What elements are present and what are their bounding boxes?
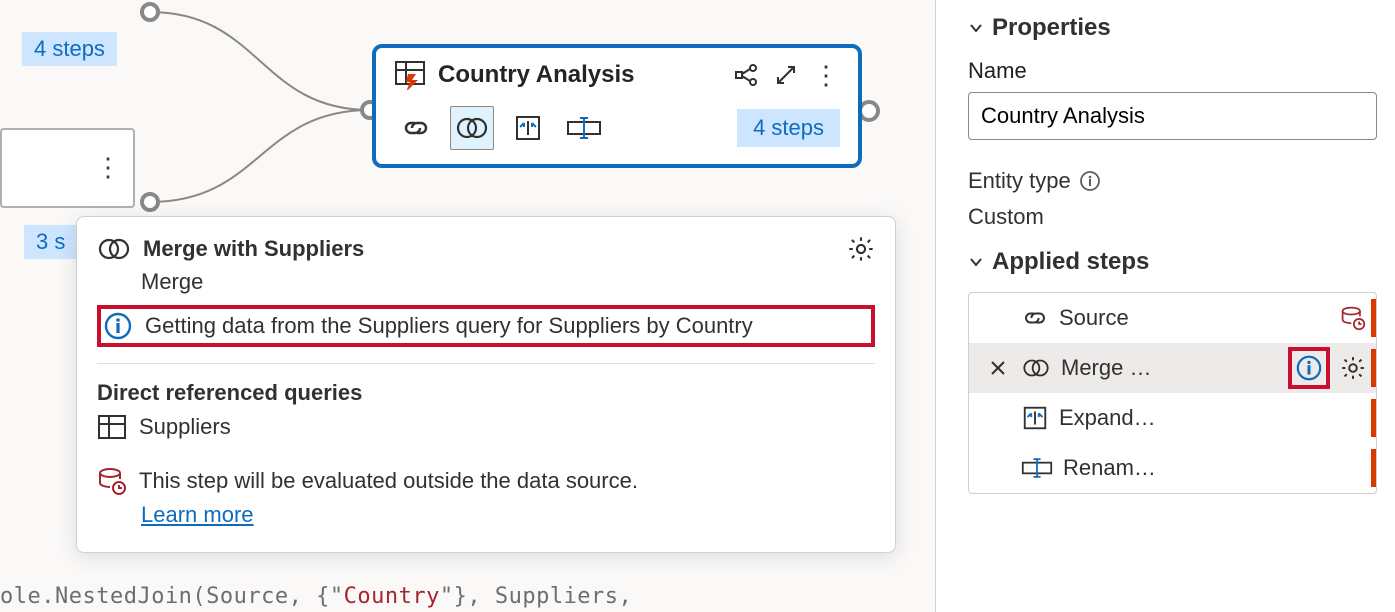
query-node-title: Country Analysis (438, 61, 720, 89)
referenced-query-name: Suppliers (139, 414, 231, 440)
properties-section-header[interactable]: Properties (968, 14, 1377, 42)
more-vertical-icon[interactable]: ⋮ (812, 61, 840, 89)
formula-bar[interactable]: ole.NestedJoin(Source, {"Country"}, Supp… (0, 584, 632, 609)
popup-subtitle: Merge (141, 269, 875, 295)
share-nodes-icon[interactable] (732, 61, 760, 89)
step-label: Renam… (1063, 455, 1366, 481)
table-icon (97, 414, 127, 440)
table-lightning-icon (394, 60, 426, 90)
steps-count-badge: 4 steps (737, 109, 840, 147)
merge-venn-icon[interactable] (450, 106, 494, 150)
applied-steps-list: Source Merge … (968, 292, 1377, 494)
applied-steps-section-header[interactable]: Applied steps (968, 248, 1377, 276)
name-label: Name (968, 58, 1377, 84)
fold-indicator (1371, 399, 1376, 437)
gear-icon[interactable] (1340, 355, 1366, 381)
delete-step-icon[interactable] (985, 358, 1011, 378)
source-link-icon[interactable] (394, 106, 438, 150)
applied-step-merge[interactable]: Merge … (969, 343, 1376, 393)
info-circle-icon[interactable] (1079, 170, 1101, 192)
database-clock-icon (1340, 305, 1366, 331)
expand-column-icon[interactable] (506, 106, 550, 150)
divider (97, 363, 875, 364)
diagram-canvas[interactable]: 4 steps ⋮ 3 s Country Analysis (0, 0, 935, 612)
entity-type-label: Entity type (968, 168, 1071, 194)
merge-venn-icon (97, 237, 131, 261)
evaluation-warning-text: This step will be evaluated outside the … (139, 468, 638, 494)
referenced-query-item[interactable]: Suppliers (97, 414, 875, 440)
chevron-down-icon (968, 254, 984, 270)
database-clock-icon (97, 466, 127, 496)
step-details-popup: Merge with Suppliers Merge Getting data … (76, 216, 896, 553)
node-connector-dot (140, 2, 160, 22)
steps-badge-upstream-1: 4 steps (22, 32, 117, 66)
name-input[interactable] (968, 92, 1377, 140)
fold-indicator (1371, 349, 1376, 387)
popup-title: Merge with Suppliers (143, 236, 835, 262)
merge-venn-icon (1021, 358, 1051, 378)
fold-indicator (1371, 449, 1376, 487)
gear-icon[interactable] (847, 235, 875, 263)
step-label: Expand… (1059, 405, 1366, 431)
step-info-highlight (1288, 347, 1330, 389)
entity-type-value: Custom (968, 204, 1377, 230)
rename-cursor-icon (1021, 457, 1053, 479)
popup-info-text: Getting data from the Suppliers query fo… (145, 313, 753, 339)
upstream-query-card[interactable]: ⋮ (0, 128, 135, 208)
query-node-country-analysis[interactable]: Country Analysis ⋮ (372, 44, 862, 168)
steps-badge-upstream-2: 3 s (24, 225, 77, 259)
info-circle-icon (103, 311, 133, 341)
properties-panel: Properties Name Entity type Custom Appli… (935, 0, 1395, 612)
learn-more-link[interactable]: Learn more (141, 502, 254, 528)
popup-info-highlight: Getting data from the Suppliers query fo… (97, 305, 875, 347)
rename-cursor-icon[interactable] (562, 106, 606, 150)
fold-indicator (1371, 299, 1376, 337)
chevron-down-icon (968, 20, 984, 36)
applied-step-rename[interactable]: Renam… (969, 443, 1376, 493)
step-label: Source (1059, 305, 1330, 331)
expand-arrows-icon[interactable] (772, 61, 800, 89)
referenced-queries-header: Direct referenced queries (97, 380, 875, 406)
node-connector-dot (140, 192, 160, 212)
step-label: Merge … (1061, 355, 1278, 381)
expand-column-icon (1021, 404, 1049, 432)
applied-step-expand[interactable]: Expand… (969, 393, 1376, 443)
source-link-icon (1021, 309, 1049, 327)
more-vertical-icon[interactable]: ⋮ (95, 152, 121, 183)
applied-step-source[interactable]: Source (969, 293, 1376, 343)
